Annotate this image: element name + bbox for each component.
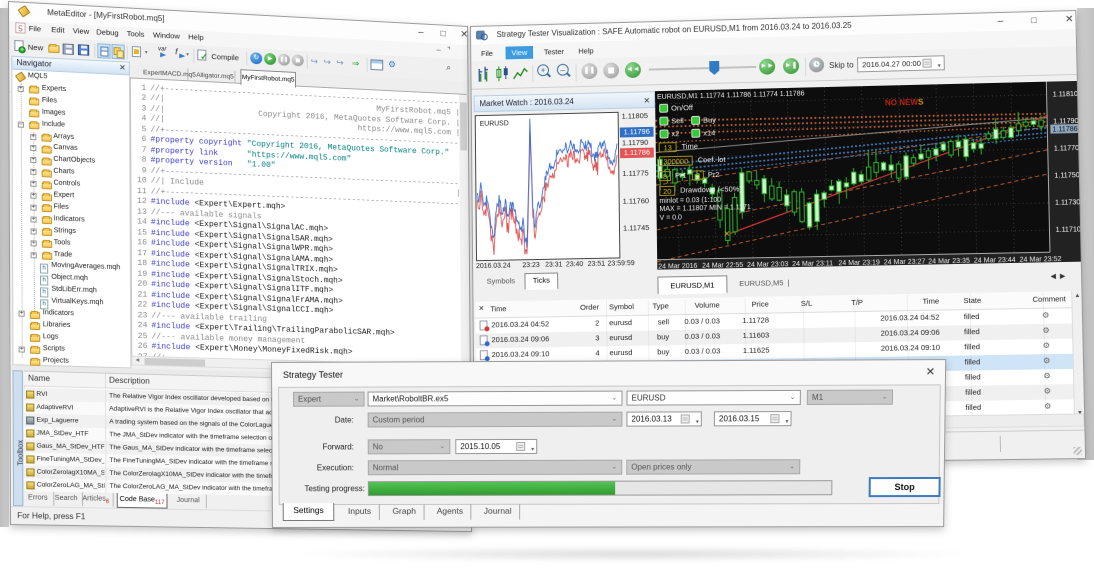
svg-text:1.11730: 1.11730 xyxy=(1055,199,1081,207)
svg-text:1.11750: 1.11750 xyxy=(1054,172,1080,180)
svg-text:1.11710: 1.11710 xyxy=(1056,226,1081,234)
svg-text:NO NEWS: NO NEWS xyxy=(885,97,924,107)
svg-text:1.11810: 1.11810 xyxy=(1053,91,1079,99)
svg-text:1.11786: 1.11786 xyxy=(1052,126,1078,134)
svg-text:1.11770: 1.11770 xyxy=(1054,145,1080,153)
svg-text:EURUSD: EURUSD xyxy=(480,120,509,128)
